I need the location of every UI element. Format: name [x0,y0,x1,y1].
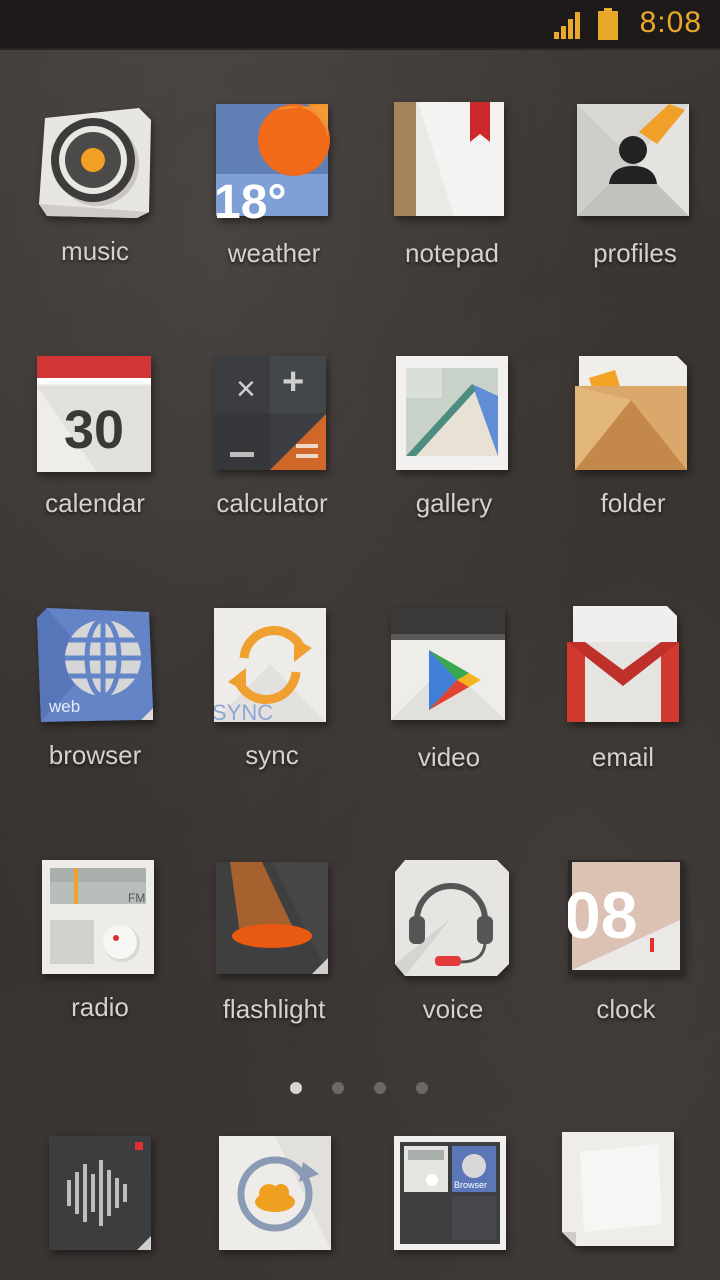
flashlight-icon [216,862,332,978]
app-notepad[interactable]: notepad [362,100,542,340]
dock-app-cloud-backup[interactable] [187,1136,367,1256]
profiles-icon [577,104,693,220]
radio-icon: FM [42,860,158,976]
dock-app-folder[interactable]: Browser [362,1136,542,1256]
calculator-icon: × + [214,356,330,472]
app-calendar[interactable]: 30 calendar [5,352,185,592]
headset-icon [395,860,511,976]
svg-text:×: × [236,370,256,408]
app-label: profiles [593,238,677,268]
app-radio[interactable]: FM radio [10,856,190,1096]
svg-text:+: + [282,361,304,403]
dock-app-soundwave[interactable] [9,1136,189,1256]
soundwave-icon [41,1136,157,1252]
app-clock[interactable]: 08 clock [536,856,716,1096]
blank-app-icon [562,1132,678,1248]
app-label: voice [422,994,484,1024]
app-label: flashlight [222,994,326,1024]
app-label: browser [48,740,142,770]
app-browser[interactable]: web browser [5,604,185,844]
app-label: calculator [216,488,328,518]
widget-folder-icon: Browser [394,1136,510,1252]
app-gallery[interactable]: gallery [364,352,544,592]
app-music[interactable]: music [5,100,185,340]
dock-app-blank[interactable] [530,1132,710,1252]
sync-text: SYNC [214,700,273,724]
app-label: sync [245,740,299,770]
play-icon [391,608,507,724]
app-label: video [417,742,481,772]
radio-fm-text: FM [128,891,145,905]
app-profiles[interactable]: profiles [545,100,720,340]
globe-icon: web [37,608,153,724]
page-dot[interactable] [332,1082,344,1094]
page-indicator [0,1082,720,1098]
app-label: calendar [45,488,145,518]
sync-icon: SYNC [214,608,330,724]
app-label: clock [596,994,656,1024]
app-label: notepad [405,238,499,268]
calendar-day: 30 [64,400,124,460]
weather-icon: 18° [216,104,332,220]
cloud-backup-icon [219,1136,335,1252]
app-folder[interactable]: folder [543,352,720,592]
music-icon [37,104,153,220]
clock-icon: 08 [568,860,684,976]
notepad-icon [394,102,510,218]
app-sync[interactable]: SYNC sync [182,604,362,844]
gmail-icon [565,606,681,722]
gallery-icon [396,356,512,472]
folder-icon [575,356,691,472]
app-video[interactable]: video [359,604,539,844]
app-email[interactable]: email [533,604,713,844]
app-label: music [61,236,129,266]
app-flashlight[interactable]: flashlight [184,856,364,1096]
browser-web-text: web [48,697,80,716]
app-calculator[interactable]: × + calculator [182,352,362,592]
dock-folder-text: Browser [454,1180,487,1190]
weather-temp: 18° [216,176,287,220]
page-dot[interactable] [374,1082,386,1094]
app-voice[interactable]: voice [363,856,543,1096]
app-weather[interactable]: 18° weather [184,100,364,340]
page-dot[interactable] [290,1082,302,1094]
app-label: radio [71,992,129,1022]
app-label: gallery [415,488,493,518]
page-dot[interactable] [416,1082,428,1094]
clock-digits: 08 [568,878,637,952]
app-label: email [591,742,655,772]
app-label: folder [600,488,666,518]
calendar-icon: 30 [37,356,153,472]
app-label: weather [227,238,321,268]
